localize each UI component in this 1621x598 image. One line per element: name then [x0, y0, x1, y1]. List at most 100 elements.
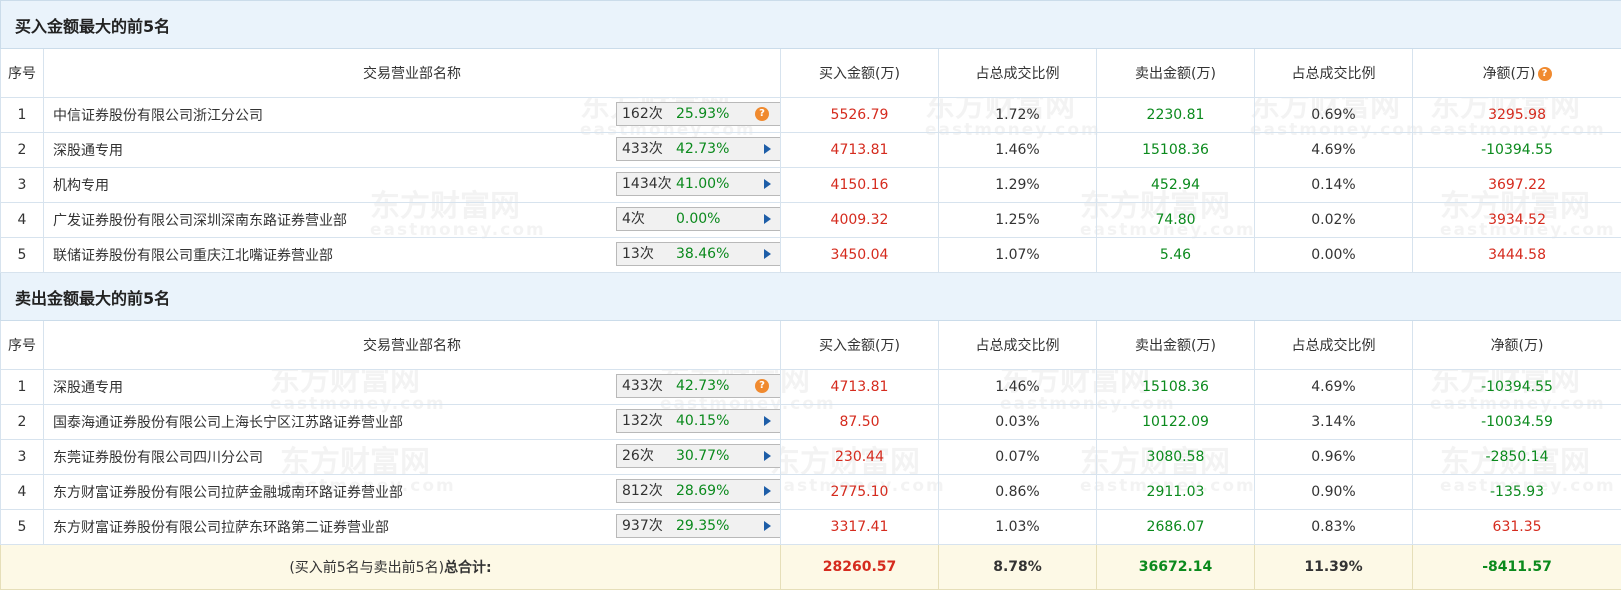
broker-name-link[interactable]: 中信证券股份有限公司浙江分公司	[53, 105, 263, 125]
buy-amount: 87.50	[780, 404, 939, 440]
net-amount: 3444.58	[1411, 237, 1621, 273]
broker-name-cell: 机构专用 1434次 41.00%	[43, 167, 781, 203]
trade-count: 1434次	[622, 176, 672, 192]
buy-ratio: 0.86%	[938, 474, 1097, 510]
play-arrow-icon[interactable]	[764, 416, 771, 426]
trade-count: 4次	[622, 211, 645, 227]
header-buy: 买入金额(万)	[780, 48, 939, 98]
broker-name-cell: 东方财富证券股份有限公司拉萨东环路第二证券营业部 937次 29.35%	[43, 509, 781, 545]
row-seq: 3	[0, 167, 44, 203]
play-arrow-icon[interactable]	[764, 451, 771, 461]
sell-amount: 2686.07	[1096, 509, 1255, 545]
broker-name-link[interactable]: 联储证券股份有限公司重庆江北嘴证券营业部	[53, 245, 333, 265]
buy-amount: 4713.81	[780, 132, 939, 168]
column-header-row: 序号 交易营业部名称 买入金额(万) 占总成交比例 卖出金额(万) 占总成交比例…	[0, 320, 1621, 370]
broker-name-link[interactable]: 机构专用	[53, 175, 109, 195]
buy-top5-section-title: 买入金额最大的前5名	[0, 0, 1621, 49]
broker-name-link[interactable]: 国泰海通证券股份有限公司上海长宁区江苏路证券营业部	[53, 412, 403, 432]
broker-name-cell: 联储证券股份有限公司重庆江北嘴证券营业部 13次 38.46%	[43, 237, 781, 273]
table-row: 4 东方财富证券股份有限公司拉萨金融城南环路证券营业部 812次 28.69% 2775…	[0, 474, 1621, 510]
header-sell-ratio: 占总成交比例	[1254, 320, 1413, 370]
win-rate: 29.35%	[676, 518, 730, 534]
total-sell-ratio: 11.39%	[1254, 544, 1413, 590]
help-question-icon[interactable]: ?	[1537, 67, 1552, 81]
row-seq: 2	[0, 404, 44, 440]
sell-top5-section-row: 卖出金额最大的前5名	[0, 272, 1621, 321]
sell-amount: 2230.81	[1096, 97, 1255, 133]
buy-amount: 5526.79	[780, 97, 939, 133]
net-amount: -2850.14	[1411, 439, 1621, 475]
dragon-tiger-table: 买入金额最大的前5名 序号 交易营业部名称 买入金额(万) 占总成交比例 卖出金…	[0, 0, 1621, 590]
buy-amount: 3450.04	[780, 237, 939, 273]
play-arrow-icon[interactable]	[764, 486, 771, 496]
help-question-icon[interactable]: ?	[755, 107, 769, 121]
broker-name-link[interactable]: 东莞证券股份有限公司四川分公司	[53, 447, 263, 467]
trade-stats-tag[interactable]: 132次 40.15%	[616, 409, 780, 433]
sell-ratio: 0.69%	[1254, 97, 1413, 133]
trade-stats-tag[interactable]: 433次 42.73%?	[616, 374, 780, 398]
trade-count: 433次	[622, 141, 663, 157]
broker-name-link[interactable]: 深股通专用	[53, 377, 123, 397]
header-net: 净额(万)?	[1411, 48, 1621, 98]
trade-count: 812次	[622, 483, 663, 499]
header-net-label: 净额(万)	[1482, 66, 1536, 82]
total-label: (买入前5名与卖出前5名)总合计:	[0, 544, 781, 590]
sell-ratio: 0.83%	[1254, 509, 1413, 545]
broker-name-cell: 深股通专用 433次 42.73%?	[43, 369, 781, 405]
play-arrow-icon[interactable]	[764, 179, 771, 189]
trade-count: 13次	[622, 246, 654, 262]
row-seq: 1	[0, 97, 44, 133]
play-arrow-icon[interactable]	[764, 144, 771, 154]
trade-stats-tag[interactable]: 13次 38.46%	[616, 242, 780, 266]
total-label-bold: 总合计:	[444, 560, 492, 576]
table-row: 3 机构专用 1434次 41.00% 4150.16 1.29% 452.94 0.14% 3…	[0, 167, 1621, 203]
play-arrow-icon[interactable]	[764, 214, 771, 224]
broker-name-link[interactable]: 深股通专用	[53, 140, 123, 160]
help-question-icon[interactable]: ?	[755, 379, 769, 393]
buy-amount: 4713.81	[780, 369, 939, 405]
total-net: -8411.57	[1411, 544, 1621, 590]
buy-ratio: 1.72%	[938, 97, 1097, 133]
total-sell: 36672.14	[1096, 544, 1255, 590]
header-seq: 序号	[0, 48, 44, 98]
play-arrow-icon[interactable]	[764, 521, 771, 531]
trade-stats-tag[interactable]: 1434次 41.00%	[616, 172, 780, 196]
trade-stats-tag[interactable]: 937次 29.35%	[616, 514, 780, 538]
broker-name-link[interactable]: 东方财富证券股份有限公司拉萨金融城南环路证券营业部	[53, 482, 403, 502]
sell-amount: 5.46	[1096, 237, 1255, 273]
buy-amount: 2775.10	[780, 474, 939, 510]
sell-amount: 452.94	[1096, 167, 1255, 203]
net-amount: -10034.59	[1411, 404, 1621, 440]
win-rate: 41.00%	[676, 176, 730, 192]
broker-name-link[interactable]: 东方财富证券股份有限公司拉萨东环路第二证券营业部	[53, 517, 389, 537]
header-buy-ratio: 占总成交比例	[938, 320, 1097, 370]
trade-stats-tag[interactable]: 162次 25.93%?	[616, 102, 780, 126]
trade-count: 937次	[622, 518, 663, 534]
buy-ratio: 1.46%	[938, 369, 1097, 405]
table-row: 5 东方财富证券股份有限公司拉萨东环路第二证券营业部 937次 29.35% 3317.…	[0, 509, 1621, 545]
net-amount: 3934.52	[1411, 202, 1621, 238]
header-name: 交易营业部名称	[43, 320, 781, 370]
trade-stats-tag[interactable]: 26次 30.77%	[616, 444, 780, 468]
table-row: 1 中信证券股份有限公司浙江分公司 162次 25.93%? 5526.79 1.72% 2…	[0, 97, 1621, 133]
buy-ratio: 1.03%	[938, 509, 1097, 545]
row-seq: 3	[0, 439, 44, 475]
win-rate: 30.77%	[676, 448, 730, 464]
win-rate: 25.93%	[676, 106, 730, 122]
trade-stats-tag[interactable]: 433次 42.73%	[616, 137, 780, 161]
broker-name-link[interactable]: 广发证券股份有限公司深圳深南东路证券营业部	[53, 210, 347, 230]
net-amount: -10394.55	[1411, 132, 1621, 168]
row-seq: 4	[0, 474, 44, 510]
table-row: 2 国泰海通证券股份有限公司上海长宁区江苏路证券营业部 132次 40.15% 87.5…	[0, 404, 1621, 440]
broker-name-cell: 国泰海通证券股份有限公司上海长宁区江苏路证券营业部 132次 40.15%	[43, 404, 781, 440]
sell-ratio: 3.14%	[1254, 404, 1413, 440]
sell-ratio: 0.00%	[1254, 237, 1413, 273]
buy-ratio: 1.29%	[938, 167, 1097, 203]
buy-ratio: 1.25%	[938, 202, 1097, 238]
sell-amount: 15108.36	[1096, 369, 1255, 405]
row-seq: 4	[0, 202, 44, 238]
header-sell: 卖出金额(万)	[1096, 48, 1255, 98]
trade-stats-tag[interactable]: 812次 28.69%	[616, 479, 780, 503]
play-arrow-icon[interactable]	[764, 249, 771, 259]
trade-stats-tag[interactable]: 4次 0.00%	[616, 207, 780, 231]
